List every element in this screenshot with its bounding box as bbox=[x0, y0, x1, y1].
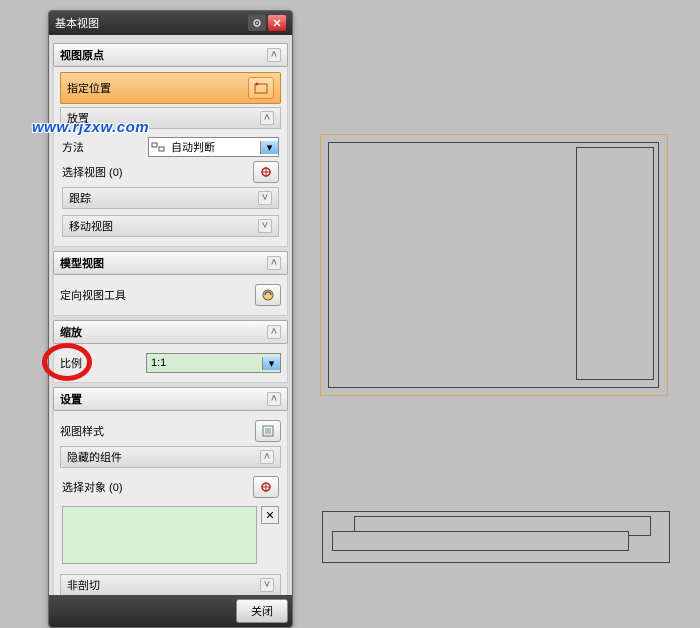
chevron-up-icon[interactable]: ˄ bbox=[267, 256, 281, 270]
chevron-up-icon[interactable]: ˄ bbox=[260, 111, 274, 125]
chevron-up-icon[interactable]: ˄ bbox=[260, 450, 274, 464]
section-scale[interactable]: 缩放 ˄ bbox=[53, 320, 288, 344]
dialog-title: 基本视图 bbox=[55, 15, 246, 31]
section-settings[interactable]: 设置 ˄ bbox=[53, 387, 288, 411]
move-view-header[interactable]: 移动视图 ˅ bbox=[62, 215, 279, 237]
chevron-up-icon[interactable]: ˄ bbox=[267, 48, 281, 62]
ratio-dropdown[interactable]: 1:1 ▾ bbox=[146, 353, 281, 373]
ratio-label: 比例 bbox=[60, 355, 140, 371]
select-object-button[interactable] bbox=[253, 476, 279, 498]
specify-location-row[interactable]: 指定位置 bbox=[60, 72, 281, 104]
view-style-label: 视图样式 bbox=[60, 423, 249, 439]
section-view-origin[interactable]: 视图原点 ˄ bbox=[53, 43, 288, 67]
view-preview-bar-b bbox=[332, 531, 629, 551]
chevron-down-icon[interactable]: ▾ bbox=[262, 357, 280, 370]
view-style-button[interactable] bbox=[255, 420, 281, 442]
hidden-components-header[interactable]: 隐藏的组件 ˄ bbox=[60, 446, 281, 468]
orient-tool-button[interactable] bbox=[255, 284, 281, 306]
dialog-footer: 关闭 bbox=[49, 595, 292, 627]
chevron-down-icon[interactable]: ˅ bbox=[258, 219, 272, 233]
method-label: 方法 bbox=[62, 139, 142, 155]
method-dropdown[interactable]: 自动判断 ▾ bbox=[148, 137, 279, 157]
remove-object-button[interactable]: ✕ bbox=[261, 506, 279, 524]
chevron-down-icon[interactable]: ˅ bbox=[258, 191, 272, 205]
non-section-header[interactable]: 非剖切 ˅ bbox=[60, 574, 281, 595]
select-view-label: 选择视图 (0) bbox=[62, 164, 247, 180]
chevron-up-icon[interactable]: ˄ bbox=[267, 325, 281, 339]
chevron-down-icon[interactable]: ▾ bbox=[260, 141, 278, 154]
specify-location-icon[interactable] bbox=[248, 77, 274, 99]
view-preview-rect-side bbox=[576, 147, 654, 380]
method-icon bbox=[149, 140, 167, 154]
select-object-label: 选择对象 (0) bbox=[62, 479, 247, 495]
titlebar[interactable]: 基本视图 ✕ bbox=[49, 11, 292, 35]
watermark-text: www.rjzxw.com bbox=[32, 119, 149, 136]
basic-view-dialog: 基本视图 ✕ 视图原点 ˄ 指定位置 放置 ˄ bbox=[48, 10, 293, 628]
chevron-up-icon[interactable]: ˄ bbox=[267, 392, 281, 406]
section-model-view[interactable]: 模型视图 ˄ bbox=[53, 251, 288, 275]
select-view-button[interactable] bbox=[253, 161, 279, 183]
track-header[interactable]: 跟踪 ˅ bbox=[62, 187, 279, 209]
selected-objects-list[interactable] bbox=[62, 506, 257, 564]
orient-tool-label: 定向视图工具 bbox=[60, 287, 249, 303]
gear-icon[interactable] bbox=[248, 15, 266, 31]
close-icon[interactable]: ✕ bbox=[268, 15, 286, 31]
close-button[interactable]: 关闭 bbox=[236, 599, 288, 623]
